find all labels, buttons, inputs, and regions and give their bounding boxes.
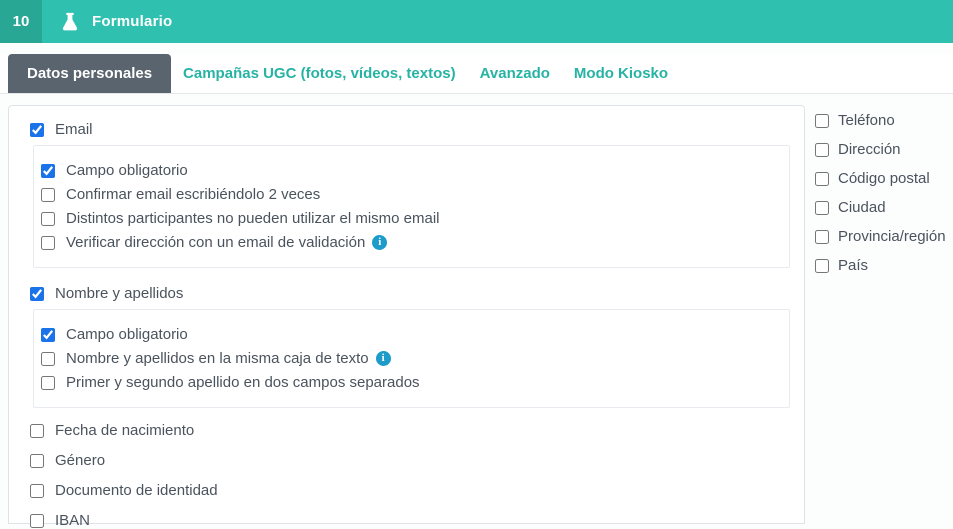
address-field-row: Provincia/región — [815, 229, 953, 244]
flask-icon — [59, 11, 81, 33]
name-two-surnames-checkbox[interactable] — [41, 376, 55, 390]
address-label: Dirección — [838, 141, 901, 158]
email-option-row: Distintos participantes no pueden utiliz… — [41, 210, 779, 227]
name-label: Nombre y apellidos — [55, 285, 183, 302]
address-checkbox[interactable] — [815, 143, 829, 157]
gender-checkbox[interactable] — [30, 454, 44, 468]
phone-checkbox[interactable] — [815, 114, 829, 128]
country-label: País — [838, 257, 868, 274]
extra-field-row: IBAN — [30, 512, 790, 529]
address-field-row: Ciudad — [815, 200, 953, 215]
extra-field-row: Género — [30, 452, 790, 469]
email-required-label: Campo obligatorio — [66, 162, 188, 179]
email-checkbox[interactable] — [30, 123, 44, 137]
email-confirm-twice-checkbox[interactable] — [41, 188, 55, 202]
personal-data-panel: Email Campo obligatorio Confirmar email … — [8, 105, 805, 524]
email-option-row: Campo obligatorio — [41, 162, 779, 179]
email-unique-checkbox[interactable] — [41, 212, 55, 226]
name-checkbox[interactable] — [30, 287, 44, 301]
email-verify-label: Verificar dirección con un email de vali… — [66, 234, 365, 251]
tab-strip: Datos personales Campañas UGC (fotos, ví… — [0, 54, 953, 94]
extra-field-row: Fecha de nacimiento — [30, 422, 790, 439]
email-confirm-twice-label: Confirmar email escribiéndolo 2 veces — [66, 186, 320, 203]
name-single-box-label: Nombre y apellidos en la misma caja de t… — [66, 350, 369, 367]
email-options-box: Campo obligatorio Confirmar email escrib… — [33, 145, 790, 268]
email-verify-checkbox[interactable] — [41, 236, 55, 250]
email-label: Email — [55, 121, 93, 138]
postal-code-label: Código postal — [838, 170, 930, 187]
tab-campanas-ugc[interactable]: Campañas UGC (fotos, vídeos, textos) — [171, 54, 468, 93]
name-option-row: Primer y segundo apellido en dos campos … — [41, 374, 779, 391]
email-option-row: Confirmar email escribiéndolo 2 veces — [41, 186, 779, 203]
address-field-row: Código postal — [815, 171, 953, 186]
address-field-row: Dirección — [815, 142, 953, 157]
iban-label: IBAN — [55, 512, 90, 529]
tab-datos-personales[interactable]: Datos personales — [8, 54, 171, 93]
tab-avanzado[interactable]: Avanzado — [468, 54, 562, 93]
name-section-row: Nombre y apellidos — [30, 285, 790, 302]
birthdate-label: Fecha de nacimiento — [55, 422, 194, 439]
country-checkbox[interactable] — [815, 259, 829, 273]
step-number-badge: 10 — [0, 0, 42, 43]
name-two-surnames-label: Primer y segundo apellido en dos campos … — [66, 374, 420, 391]
city-label: Ciudad — [838, 199, 886, 216]
identity-document-checkbox[interactable] — [30, 484, 44, 498]
address-field-row: País — [815, 258, 953, 273]
phone-label: Teléfono — [838, 112, 895, 129]
header-bar: 10 Formulario — [0, 0, 953, 43]
page-title: Formulario — [92, 13, 172, 30]
name-option-row: Campo obligatorio — [41, 326, 779, 343]
city-checkbox[interactable] — [815, 201, 829, 215]
province-label: Provincia/región — [838, 228, 946, 245]
email-option-row: Verificar dirección con un email de vali… — [41, 234, 779, 251]
province-checkbox[interactable] — [815, 230, 829, 244]
email-unique-label: Distintos participantes no pueden utiliz… — [66, 210, 440, 227]
name-options-box: Campo obligatorio Nombre y apellidos en … — [33, 309, 790, 408]
name-option-row: Nombre y apellidos en la misma caja de t… — [41, 350, 779, 367]
extra-fields-list: Fecha de nacimiento Género Documento de … — [30, 422, 790, 529]
extra-field-row: Documento de identidad — [30, 482, 790, 499]
email-required-checkbox[interactable] — [41, 164, 55, 178]
gender-label: Género — [55, 452, 105, 469]
info-icon[interactable]: i — [376, 351, 391, 366]
name-required-checkbox[interactable] — [41, 328, 55, 342]
email-section-row: Email — [30, 121, 790, 138]
birthdate-checkbox[interactable] — [30, 424, 44, 438]
name-single-box-checkbox[interactable] — [41, 352, 55, 366]
iban-checkbox[interactable] — [30, 514, 44, 528]
address-fields-column: Teléfono Dirección Código postal Ciudad … — [815, 113, 953, 287]
identity-document-label: Documento de identidad — [55, 482, 218, 499]
address-field-row: Teléfono — [815, 113, 953, 128]
name-required-label: Campo obligatorio — [66, 326, 188, 343]
postal-code-checkbox[interactable] — [815, 172, 829, 186]
info-icon[interactable]: i — [372, 235, 387, 250]
tab-modo-kiosko[interactable]: Modo Kiosko — [562, 54, 680, 93]
